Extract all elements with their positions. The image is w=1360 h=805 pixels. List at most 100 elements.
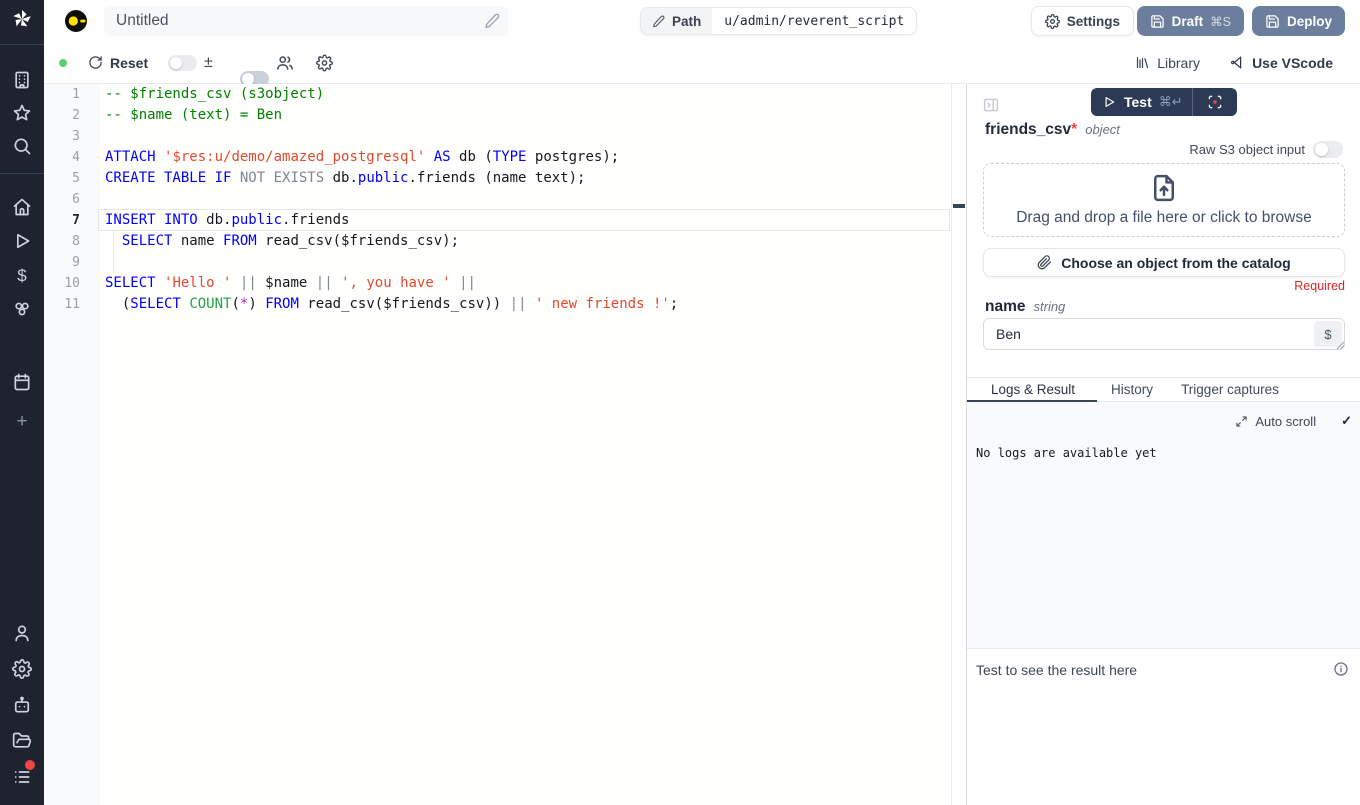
- code-line-10[interactable]: 10SELECT 'Hello ' || $name || ', you hav…: [44, 273, 951, 294]
- use-vscode-button[interactable]: Use VScode: [1230, 55, 1333, 71]
- arg-name-header: name string: [985, 298, 1065, 316]
- add-icon[interactable]: +: [12, 411, 32, 431]
- code-line-9[interactable]: 9: [44, 252, 951, 273]
- multiplayer-users-icon[interactable]: [276, 54, 294, 72]
- result-placeholder: Test to see the result here: [976, 662, 1137, 678]
- script-title-input[interactable]: [104, 6, 508, 36]
- test-shortcut: ⌘↵: [1159, 94, 1183, 110]
- variables-icon[interactable]: $: [12, 265, 32, 285]
- line-number: 3: [44, 126, 80, 147]
- library-label: Library: [1157, 55, 1200, 71]
- notification-badge: [25, 760, 35, 770]
- tab-logs-result[interactable]: Logs & Result: [967, 378, 1097, 401]
- arg-name: friends_csv: [985, 121, 1071, 138]
- path-field[interactable]: Path u/admin/reverent_script: [640, 7, 917, 35]
- line-number: 6: [44, 189, 80, 210]
- draft-label: Draft: [1172, 14, 1204, 29]
- diff-icon[interactable]: ±: [204, 54, 213, 72]
- save-icon: [1150, 14, 1165, 29]
- code-line-7[interactable]: 7INSERT INTO db.public.friends: [44, 210, 951, 231]
- refresh-icon: [88, 55, 103, 70]
- code-line-1[interactable]: 1-- $friends_csv (s3object): [44, 84, 951, 105]
- no-logs-text: No logs are available yet: [976, 446, 1157, 460]
- schedules-icon[interactable]: [12, 372, 32, 392]
- resize-handle[interactable]: [1336, 341, 1345, 350]
- name-input[interactable]: [984, 319, 1344, 349]
- draft-button[interactable]: Draft ⌘S: [1137, 6, 1244, 36]
- test-panel: Test ⌘↵ friends_csv* object Raw S3 objec…: [966, 84, 1360, 805]
- line-number: 9: [44, 252, 80, 273]
- home-icon[interactable]: [12, 197, 32, 217]
- resources-icon[interactable]: [12, 299, 32, 319]
- workspace-settings-icon[interactable]: [12, 659, 32, 679]
- tab-trigger-captures[interactable]: Trigger captures: [1167, 378, 1293, 401]
- required-hint: Required: [1294, 279, 1345, 293]
- windmill-logo-icon[interactable]: [0, 8, 44, 30]
- code-line-3[interactable]: 3: [44, 126, 951, 147]
- duckdb-language-icon: [64, 9, 88, 33]
- check-icon[interactable]: ✓: [1341, 413, 1352, 429]
- collapse-panel-icon[interactable]: [982, 96, 1000, 114]
- info-icon[interactable]: [1333, 661, 1349, 677]
- vscode-icon: [1230, 55, 1245, 70]
- logs-area: Auto scroll ✓ No logs are available yet: [967, 402, 1360, 649]
- tab-history[interactable]: History: [1097, 378, 1167, 401]
- code-line-4[interactable]: 4ATTACH '$res:u/demo/amazed_postgresql' …: [44, 147, 951, 168]
- auto-scroll-control[interactable]: Auto scroll ✓: [1235, 413, 1352, 429]
- line-code: INSERT INTO db.public.friends: [105, 210, 949, 231]
- reset-button[interactable]: Reset: [88, 55, 148, 71]
- choose-object-button[interactable]: Choose an object from the catalog: [983, 248, 1345, 277]
- indent-guide: [113, 231, 114, 273]
- line-code: (SELECT COUNT(*) FROM read_csv($friends_…: [105, 294, 949, 315]
- raw-s3-toggle[interactable]: [1313, 141, 1343, 158]
- app-sidebar: $ +: [0, 0, 44, 805]
- favorites-icon[interactable]: [12, 103, 32, 123]
- edit-title-pencil-icon[interactable]: [484, 13, 500, 29]
- divider: [1192, 88, 1193, 116]
- code-line-5[interactable]: 5 CREATE TABLE IF NOT EXISTS db.public.fr…: [44, 168, 951, 189]
- search-icon[interactable]: [12, 136, 32, 156]
- save-icon: [1265, 14, 1280, 29]
- capture-target-icon[interactable]: [1207, 94, 1223, 110]
- diff-toggle[interactable]: [168, 55, 197, 71]
- line-number: 5: [44, 168, 80, 189]
- code-line-6[interactable]: 6: [44, 189, 951, 210]
- workspace-icon[interactable]: [12, 70, 32, 90]
- deploy-button[interactable]: Deploy: [1252, 6, 1345, 36]
- file-dropzone[interactable]: Drag and drop a file here or click to br…: [983, 163, 1345, 237]
- arg-type: object: [1085, 122, 1120, 137]
- play-icon: [1102, 95, 1116, 109]
- folders-icon[interactable]: [12, 731, 32, 751]
- sidebar-divider: [0, 173, 44, 174]
- expand-icon[interactable]: [1235, 415, 1248, 428]
- code-line-8[interactable]: 8 SELECT name FROM read_csv($friends_csv…: [44, 231, 951, 252]
- line-code: CREATE TABLE IF NOT EXISTS db.public.fri…: [105, 168, 949, 189]
- path-value[interactable]: u/admin/reverent_script: [712, 8, 916, 34]
- settings-label: Settings: [1067, 14, 1120, 29]
- settings-button[interactable]: Settings: [1031, 6, 1134, 36]
- line-number: 8: [44, 231, 80, 252]
- result-area: Test to see the result here: [967, 650, 1360, 805]
- edit-path-pencil-icon: [652, 15, 665, 28]
- status-dot: [59, 59, 67, 67]
- raw-s3-toggle-row: Raw S3 object input: [1189, 141, 1343, 158]
- library-button[interactable]: Library: [1135, 55, 1200, 71]
- user-icon[interactable]: [12, 623, 32, 643]
- code-line-11[interactable]: 11 (SELECT COUNT(*) FROM read_csv($frien…: [44, 294, 951, 315]
- editor-toolbar: Reset ± Library Use VScode: [44, 42, 1360, 84]
- ai-icon[interactable]: [12, 695, 32, 715]
- draft-shortcut: ⌘S: [1210, 14, 1231, 29]
- runs-icon[interactable]: [12, 231, 32, 251]
- changelog-icon[interactable]: [12, 767, 32, 787]
- name-input-wrap: $: [983, 318, 1345, 350]
- arg-friends-csv-header: friends_csv* object: [985, 121, 1120, 139]
- code-line-2[interactable]: 2-- $name (text) = Ben: [44, 105, 951, 126]
- editor-settings-gear-icon[interactable]: [316, 54, 333, 71]
- line-number: 11: [44, 294, 80, 315]
- test-button[interactable]: Test ⌘↵: [1091, 88, 1237, 116]
- reset-label: Reset: [110, 55, 148, 71]
- arg-name: name: [985, 298, 1026, 316]
- line-number: 10: [44, 273, 80, 294]
- code-editor[interactable]: 1-- $friends_csv (s3object)2-- $name (te…: [44, 84, 952, 805]
- result-tabs: Logs & Result History Trigger captures: [967, 377, 1360, 402]
